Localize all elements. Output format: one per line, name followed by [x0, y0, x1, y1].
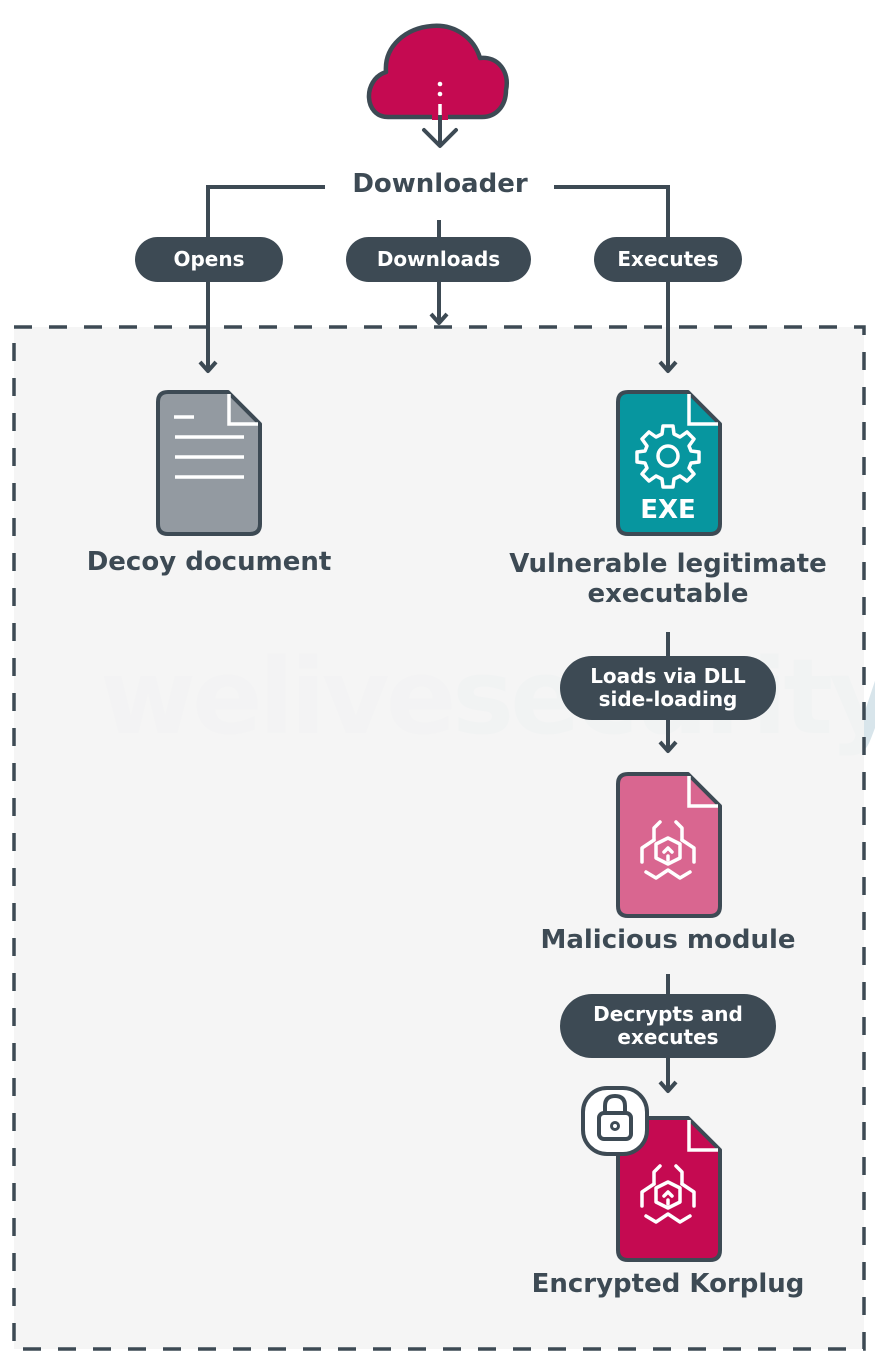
- edge-label-downloads: Downloads: [346, 237, 531, 282]
- document-icon: [156, 390, 262, 536]
- decoy-document-label: Decoy document: [86, 547, 332, 577]
- cloud-download-icon: [366, 23, 510, 148]
- edge-label-opens: Opens: [135, 237, 283, 282]
- biohazard-file-icon: [616, 772, 722, 918]
- edge-label-loads-line2: side-loading: [598, 687, 738, 711]
- edge-label-executes: Executes: [594, 237, 742, 282]
- edge-label-decrypts-line1: Decrypts and: [593, 1002, 743, 1026]
- exe-badge: EXE: [640, 495, 696, 525]
- edge-label-decrypts: Decrypts and executes: [560, 994, 776, 1058]
- edge-label-loads: Loads via DLL side-loading: [560, 656, 776, 720]
- malicious-module-label: Malicious module: [540, 925, 796, 955]
- downloader-label: Downloader: [352, 169, 528, 199]
- exe-label-line2: executable: [587, 578, 749, 609]
- lock-icon: [581, 1086, 649, 1156]
- edge-label-loads-line1: Loads via DLL: [590, 664, 746, 688]
- exe-label: Vulnerable legitimate executable: [488, 549, 848, 610]
- edge-label-decrypts-line2: executes: [617, 1025, 719, 1049]
- container-background: [14, 327, 864, 1349]
- encrypted-korplug-label: Encrypted Korplug: [531, 1269, 805, 1299]
- exe-label-line1: Vulnerable legitimate: [509, 549, 827, 579]
